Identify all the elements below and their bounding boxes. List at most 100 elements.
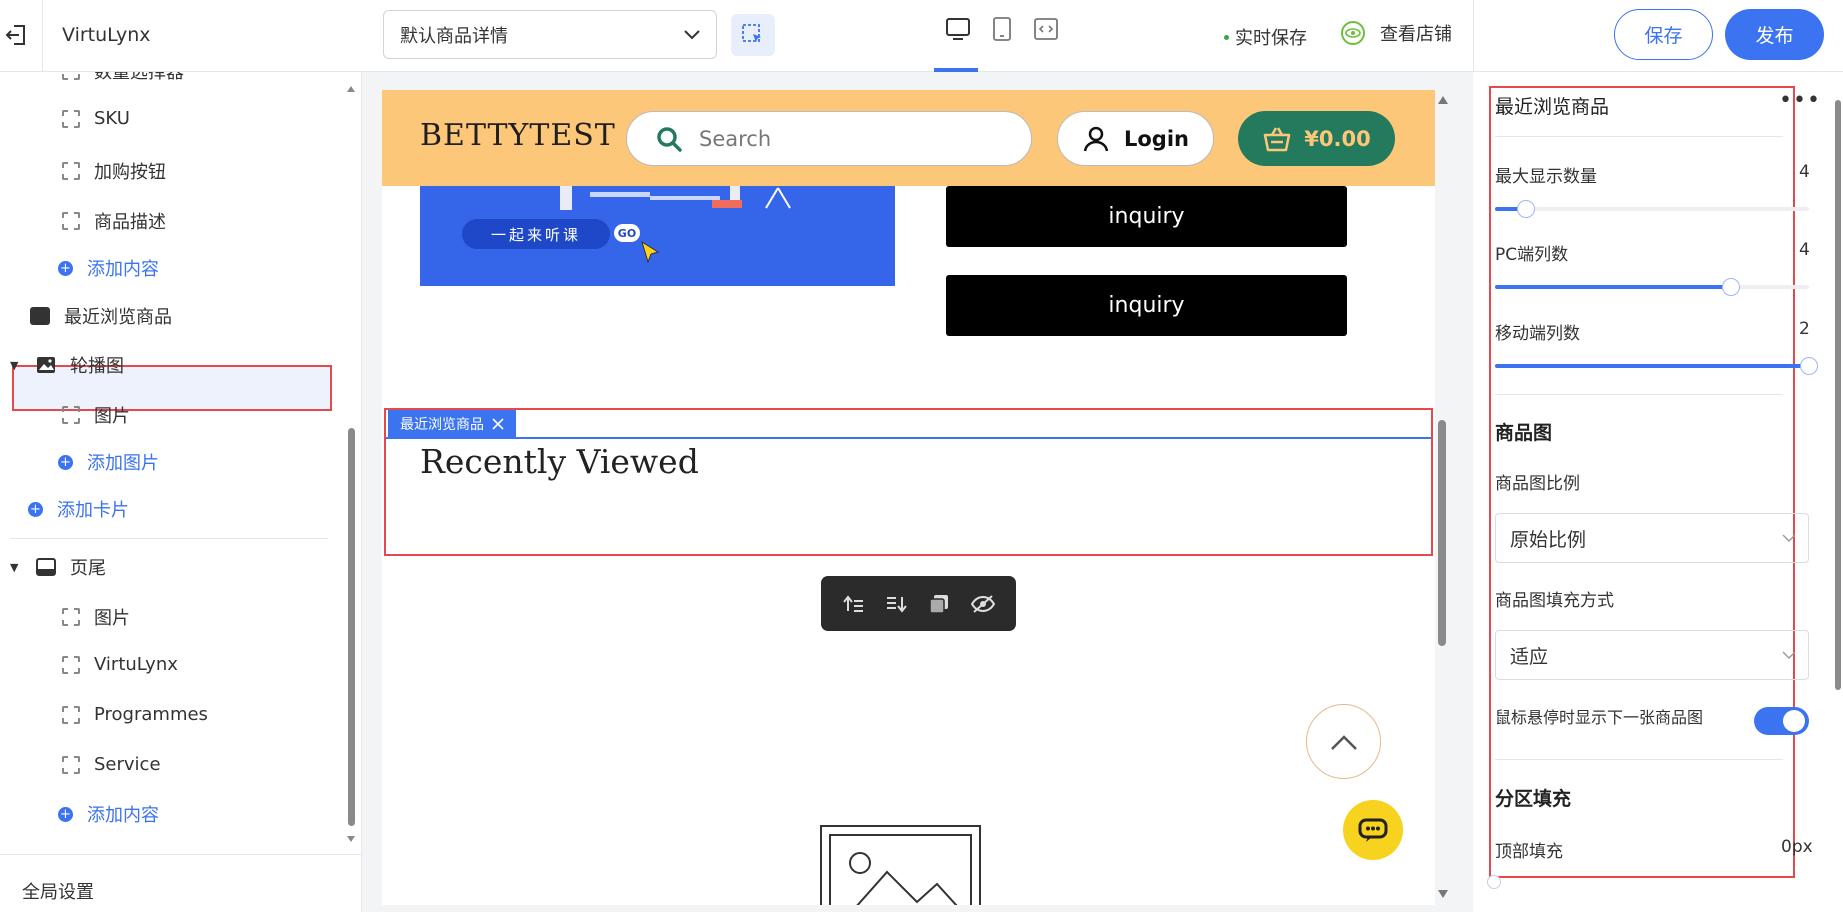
- panel-title: 最近浏览商品: [1495, 96, 1610, 118]
- sidebar-item-image[interactable]: 图片: [62, 402, 130, 428]
- max-count-value: 4: [1799, 162, 1810, 182]
- preview-scrollbar-thumb[interactable]: [1438, 420, 1446, 646]
- caret-down-icon[interactable]: ▼: [10, 561, 22, 574]
- sidebar-item-programmes[interactable]: Programmes: [62, 704, 208, 725]
- mobile-columns-label: 移动端列数: [1495, 324, 1580, 344]
- cart-button[interactable]: ¥0.00: [1238, 111, 1395, 166]
- sidebar-item-recently-viewed[interactable]: 最近浏览商品: [30, 303, 172, 329]
- global-settings-link[interactable]: 全局设置: [22, 878, 94, 904]
- slider-handle[interactable]: [1800, 357, 1818, 375]
- sidebar-item-footer-image[interactable]: 图片: [62, 604, 130, 630]
- divider: [42, 0, 43, 72]
- slider-fill: [1495, 364, 1809, 368]
- desktop-view-icon[interactable]: [943, 14, 973, 44]
- move-down-icon[interactable]: [885, 593, 909, 615]
- save-button[interactable]: 保存: [1614, 9, 1713, 60]
- slider-handle[interactable]: [1487, 875, 1501, 889]
- sidebar-item-quantity-selector[interactable]: 数量选择器: [62, 72, 184, 84]
- top-padding-value: 0px: [1781, 837, 1813, 857]
- top-padding-label: 顶部填充: [1495, 842, 1563, 862]
- inquiry-button[interactable]: inquiry: [946, 275, 1347, 336]
- exit-icon[interactable]: [0, 18, 34, 52]
- recently-viewed-section[interactable]: 最近浏览商品 Recently Viewed: [384, 408, 1433, 556]
- panel-scrollbar[interactable]: [1835, 100, 1841, 690]
- divider: [1495, 136, 1783, 137]
- sidebar-item-label: 轮播图: [70, 356, 124, 377]
- live-save-label: 实时保存: [1235, 28, 1307, 49]
- sidebar-item-virtulynx[interactable]: VirtuLynx: [62, 654, 178, 675]
- block-icon: [62, 655, 80, 674]
- sidebar-item-sku[interactable]: SKU: [62, 108, 130, 129]
- add-image-button[interactable]: + 添加图片: [58, 449, 159, 475]
- sidebar-item-footer[interactable]: ▼ 页尾: [10, 554, 106, 580]
- publish-button[interactable]: 发布: [1725, 9, 1824, 60]
- block-icon: [62, 705, 80, 724]
- footer-icon: [36, 558, 56, 576]
- section-top-border: [386, 437, 1431, 439]
- chevron-down-icon: [684, 29, 700, 39]
- image-ratio-select[interactable]: 原始比例: [1495, 513, 1809, 563]
- scroll-to-top-button[interactable]: [1306, 704, 1381, 779]
- inquiry-button[interactable]: inquiry: [946, 186, 1347, 247]
- sidebar-item-description[interactable]: 商品描述: [62, 208, 166, 234]
- mobile-columns-value: 2: [1799, 319, 1810, 339]
- add-content-button[interactable]: + 添加内容: [58, 255, 159, 281]
- duplicate-icon[interactable]: [928, 593, 950, 615]
- add-content-label: 添加内容: [87, 259, 159, 280]
- add-card-label: 添加卡片: [57, 500, 129, 521]
- sidebar-item-service[interactable]: Service: [62, 754, 161, 775]
- image-icon: [37, 357, 55, 373]
- block-icon: [62, 212, 80, 230]
- preview-scrollbar[interactable]: [1435, 90, 1453, 905]
- sidebar-item-carousel[interactable]: ▼ 轮播图: [10, 352, 124, 378]
- sidebar-item-add-to-cart[interactable]: 加购按钮: [62, 158, 166, 184]
- max-count-slider[interactable]: [1495, 200, 1809, 218]
- sidebar-item-label: SKU: [94, 108, 130, 129]
- template-select[interactable]: 默认商品详情: [383, 10, 717, 59]
- store-search-input[interactable]: Search: [626, 111, 1032, 166]
- divider: [1495, 394, 1783, 395]
- move-up-icon[interactable]: [841, 593, 865, 615]
- user-icon: [1083, 126, 1109, 151]
- product-image-heading: 商品图: [1495, 422, 1553, 444]
- divider: [1495, 759, 1783, 760]
- image-fill-select[interactable]: 适应: [1495, 630, 1809, 680]
- store-logo[interactable]: BETTYTEST: [420, 118, 616, 153]
- add-content-button[interactable]: + 添加内容: [58, 801, 159, 827]
- close-icon[interactable]: [492, 417, 504, 430]
- top-bar: VirtuLynx 默认商品详情 实时保存 查看店铺 保存 发布: [0, 0, 1843, 72]
- tablet-view-icon[interactable]: [987, 14, 1017, 44]
- chat-button[interactable]: [1343, 800, 1403, 860]
- sidebar-item-label: 页尾: [70, 558, 106, 579]
- eye-icon: [1341, 21, 1365, 45]
- hide-icon[interactable]: [970, 593, 996, 615]
- section-icon: [30, 307, 50, 325]
- mobile-columns-slider[interactable]: [1495, 357, 1818, 375]
- select-cursor-icon: [742, 24, 761, 42]
- toggle-knob: [1783, 710, 1805, 732]
- image-fill-value: 适应: [1510, 645, 1549, 668]
- add-card-button[interactable]: + 添加卡片: [28, 496, 129, 522]
- app-name: VirtuLynx: [62, 24, 151, 46]
- divider: [1473, 0, 1474, 72]
- sidebar-item-label: 最近浏览商品: [64, 307, 172, 328]
- plus-icon: +: [28, 501, 43, 517]
- chat-icon: [1358, 818, 1388, 842]
- pc-columns-slider[interactable]: [1495, 278, 1809, 296]
- sidebar-scrollbar-thumb[interactable]: [348, 428, 355, 826]
- view-store-link[interactable]: 查看店铺: [1340, 20, 1452, 46]
- search-placeholder: Search: [699, 126, 772, 151]
- active-device-indicator: [934, 68, 978, 72]
- element-picker-button[interactable]: [731, 14, 775, 56]
- block-icon: [62, 406, 80, 424]
- login-button[interactable]: Login: [1057, 111, 1214, 166]
- more-options-icon[interactable]: •••: [1779, 88, 1821, 113]
- plus-icon: +: [58, 260, 73, 276]
- fullwidth-view-icon[interactable]: [1031, 14, 1061, 44]
- slider-handle[interactable]: [1721, 278, 1740, 296]
- section-title: Recently Viewed: [420, 442, 699, 481]
- hover-next-image-toggle[interactable]: [1754, 707, 1809, 735]
- template-select-value: 默认商品详情: [400, 25, 508, 47]
- caret-down-icon[interactable]: ▼: [10, 359, 22, 372]
- view-store-label: 查看店铺: [1380, 24, 1452, 45]
